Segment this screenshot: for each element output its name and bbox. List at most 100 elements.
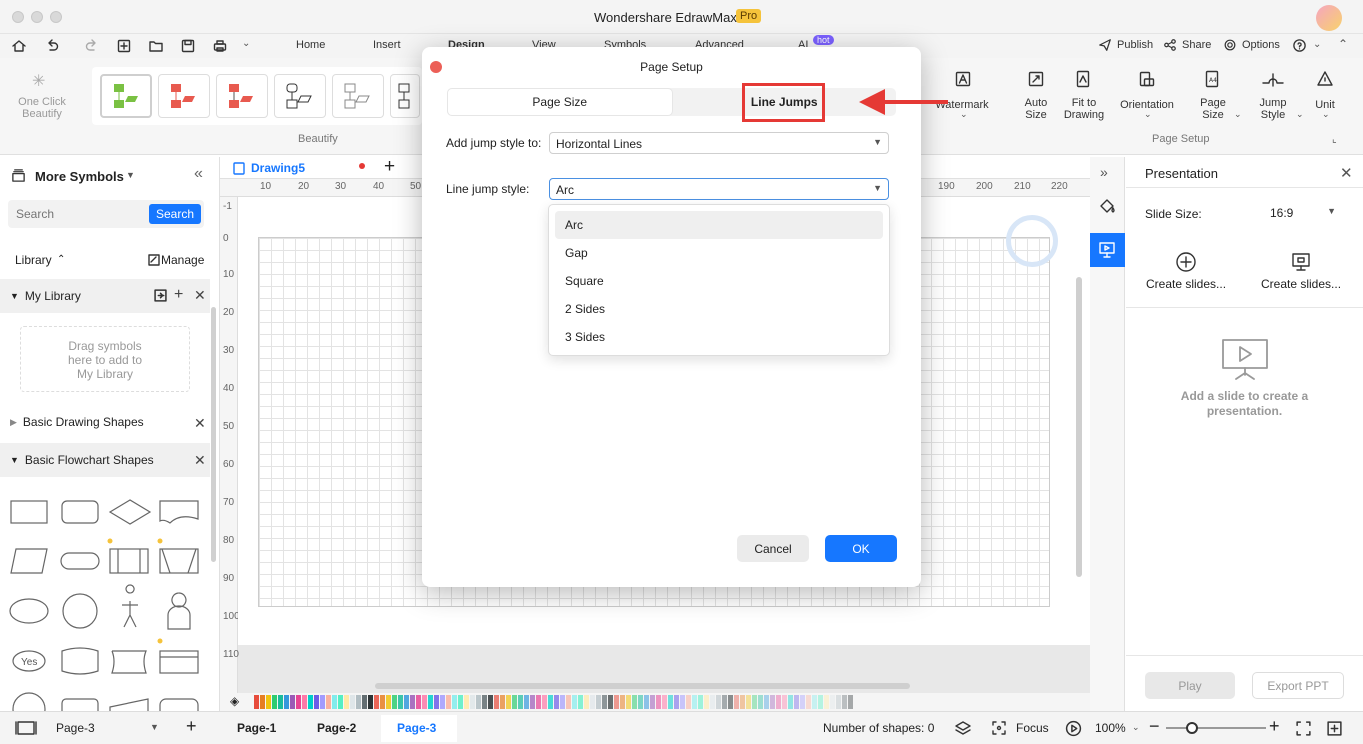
close-basic-flowchart-icon[interactable]: ✕ [194,452,206,469]
one-click-beautify-button[interactable]: One Click Beautify [14,96,70,120]
cancel-button[interactable]: Cancel [737,535,809,562]
options-button[interactable]: Options [1242,39,1280,51]
close-panel-icon[interactable]: ✕ [1340,164,1353,182]
open-folder-icon[interactable] [148,38,164,54]
beautify-style-4[interactable] [274,74,326,118]
my-library-drop-zone[interactable]: Drag symbols here to add to My Library [20,326,190,392]
ellipse-shape[interactable] [9,598,49,624]
card-shape[interactable] [159,650,199,674]
beautify-style-2[interactable] [158,74,210,118]
page-tab-3-active[interactable]: Page-3 [381,715,457,742]
option-gap[interactable]: Gap [555,239,883,267]
close-basic-drawing-icon[interactable]: ✕ [194,415,206,432]
terminator-shape[interactable] [60,552,100,570]
tab-home[interactable]: Home [296,39,325,51]
line-jump-style-select[interactable]: Arc ▼ [549,178,889,200]
export-ppt-button[interactable]: Export PPT [1252,672,1344,699]
add-circle-icon[interactable] [1175,251,1197,273]
fill-bucket-icon[interactable]: ◈ [230,694,239,708]
search-input[interactable] [8,200,148,228]
presentation-panel-tab[interactable] [1090,233,1125,267]
beautify-style-5[interactable] [332,74,384,118]
fill-style-icon[interactable] [1098,197,1116,215]
focus-button[interactable]: Focus [1016,721,1049,735]
slide-size-select[interactable]: 16:9 ▼ [1266,203,1340,225]
help-dropdown-icon[interactable]: ⌄ [1313,39,1321,50]
actor-shape[interactable] [122,584,138,628]
document-tab[interactable]: Drawing5 [251,161,305,175]
jump-style-button[interactable]: Jump Style [1252,97,1294,121]
auto-size-button[interactable]: Auto Size [1015,97,1057,121]
page-selector-dropdown-icon[interactable]: ▼ [150,722,159,732]
delay-shape[interactable] [111,650,147,674]
tab-insert[interactable]: Insert [373,39,401,51]
vertical-scrollbar[interactable] [1076,277,1082,577]
basic-flowchart-shapes-section[interactable]: ▼ Basic Flowchart Shapes [0,443,210,477]
option-3-sides[interactable]: 3 Sides [555,323,883,351]
zoom-slider-track[interactable] [1166,727,1266,729]
print-icon[interactable] [212,38,228,54]
decision-shape[interactable] [108,499,152,525]
create-slides-button-2[interactable]: Create slides... [1261,277,1341,291]
zoom-slider-handle[interactable] [1186,722,1198,734]
process-shape[interactable] [10,500,48,524]
page-setup-launcher-icon[interactable]: ⌞ [1332,134,1337,145]
close-window-button[interactable] [12,11,24,23]
manual-input-shape[interactable] [109,698,149,711]
layers-icon[interactable] [954,720,972,736]
zoom-in-icon[interactable]: + [1269,716,1280,737]
save-icon[interactable] [180,38,196,54]
create-slides-button-1[interactable]: Create slides... [1146,277,1226,291]
add-page-icon[interactable]: + [186,716,197,737]
expand-panel-icon[interactable]: » [1100,164,1108,180]
zoom-dropdown-icon[interactable]: ⌄ [1132,722,1140,733]
tab-page-size[interactable]: Page Size [447,88,673,116]
page-list-icon[interactable] [15,720,37,736]
manage-button[interactable]: Manage [161,253,204,267]
color-swatches[interactable] [254,695,854,712]
page-tab-1[interactable]: Page-1 [237,721,276,735]
publish-button[interactable]: Publish [1117,39,1153,51]
zoom-out-icon[interactable]: − [1149,716,1160,737]
direct-data-shape[interactable] [61,647,99,675]
search-button[interactable]: Search [149,204,201,224]
option-2-sides[interactable]: 2 Sides [555,295,883,323]
share-button[interactable]: Share [1182,39,1211,51]
create-from-page-icon[interactable] [1290,251,1312,273]
more-quick-access-icon[interactable]: ⌄ [242,38,250,49]
option-square[interactable]: Square [555,267,883,295]
play-button[interactable]: Play [1145,672,1235,699]
play-icon[interactable] [1065,720,1082,737]
display-shape[interactable] [159,698,199,711]
zoom-window-button[interactable] [50,11,62,23]
add-jump-style-select[interactable]: Horizontal Lines ▼ [549,132,889,154]
ok-button[interactable]: OK [825,535,897,562]
predefined-process-shape[interactable] [109,548,149,574]
avatar[interactable] [1316,5,1342,31]
undo-icon[interactable] [44,38,60,54]
horizontal-scrollbar[interactable] [375,683,910,689]
collapse-ribbon-icon[interactable]: ⌃ [1338,37,1348,51]
close-my-library-icon[interactable]: ✕ [194,287,206,304]
option-arc[interactable]: Arc [555,211,883,239]
page-tab-2[interactable]: Page-2 [317,721,356,735]
beautify-style-1[interactable] [100,74,152,118]
beautify-style-3[interactable] [216,74,268,118]
circle-shape[interactable] [12,692,46,711]
rounded-shape[interactable] [61,698,99,711]
more-symbols-dropdown-icon[interactable]: ▼ [126,170,135,180]
beautify-style-6[interactable] [390,74,420,118]
library-scrollbar[interactable] [211,307,216,562]
minimize-window-button[interactable] [31,11,43,23]
alternate-process-shape[interactable] [61,500,99,524]
redo-icon[interactable] [84,38,100,54]
home-icon[interactable] [11,38,27,54]
collapse-panel-icon[interactable]: « [194,165,203,183]
new-page-icon[interactable] [116,38,132,54]
fit-to-drawing-button[interactable]: Fit to Drawing [1058,97,1110,121]
import-icon[interactable] [154,289,167,302]
fit-page-icon[interactable] [1295,720,1312,737]
add-library-icon[interactable]: + [174,286,183,304]
data-shape[interactable] [10,548,48,574]
fullscreen-icon[interactable] [1326,720,1343,737]
